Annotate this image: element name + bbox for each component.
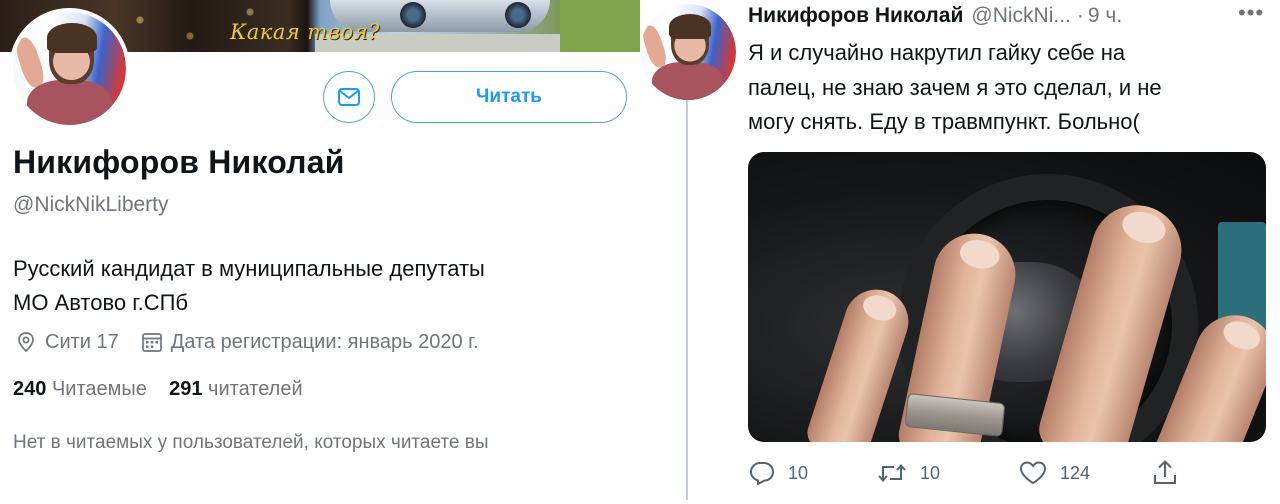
envelope-icon <box>338 88 360 106</box>
profile-name: Никифоров Николай <box>13 144 345 180</box>
photo-nail <box>957 236 1003 273</box>
tweet-text: Я и случайно накрутил гайку себе на пале… <box>748 36 1272 140</box>
following-count: 240 <box>13 378 47 400</box>
tweet-author-name[interactable]: Никифоров Николай <box>748 4 963 28</box>
profile-panel: Какая твоя? Читать Никифоров Николай @Ni… <box>0 0 685 504</box>
avatar-body <box>651 61 725 100</box>
follow-button[interactable]: Читать <box>391 71 627 123</box>
tweet-timestamp[interactable]: 9 ч. <box>1088 4 1122 28</box>
heart-icon <box>1020 461 1046 484</box>
like-button[interactable]: 124 <box>1018 456 1090 490</box>
retweet-button[interactable]: 10 <box>876 456 940 490</box>
tweet-text-line: Я и случайно накрутил гайку себе на <box>748 40 1126 65</box>
bio-line: МО Автово г.СПб <box>13 290 189 315</box>
tweet-author-avatar[interactable] <box>640 4 736 100</box>
profile-meta: Сити 17 Дата регистрации: январь 2020 г. <box>15 330 479 354</box>
followed-by-note: Нет в читаемых у пользователей, которых … <box>13 432 489 453</box>
avatar-hair <box>46 23 97 53</box>
following-label: Читаемые <box>51 378 147 400</box>
banner-grass <box>560 0 640 52</box>
profile-location: Сити 17 <box>45 330 119 353</box>
profile-handle: @NickNikLiberty <box>13 193 169 216</box>
tweet-header: Никифоров Николай @NickNi... · 9 ч. <box>748 4 1272 28</box>
photo-finger <box>803 281 917 442</box>
retweet-count: 10 <box>920 462 941 483</box>
banner-caption: Какая твоя? <box>230 20 380 44</box>
banner-car-wheel <box>400 2 426 28</box>
tweet-text-line: могу снять. Еду в травмпункт. Больно( <box>748 109 1140 134</box>
share-button[interactable] <box>1152 456 1190 490</box>
message-button[interactable] <box>323 71 375 123</box>
reply-icon <box>750 462 774 485</box>
reply-button[interactable]: 10 <box>748 456 808 490</box>
share-icon <box>1154 460 1176 484</box>
retweet-icon <box>878 463 906 483</box>
followers-count: 291 <box>169 378 203 400</box>
avatar-hair <box>668 13 712 39</box>
avatar-body <box>26 79 113 125</box>
calendar-icon <box>141 330 163 354</box>
tweet-photo[interactable] <box>748 152 1266 442</box>
tweet-text-line: палец, не знаю зачем я это сделал, и не <box>748 74 1162 100</box>
map-pin-icon <box>15 330 37 354</box>
tweet-author-handle[interactable]: @NickNi... <box>971 4 1070 28</box>
bio-line: Русский кандидат в муниципальные депутат… <box>13 256 485 281</box>
tweet-separator: · <box>1076 4 1084 27</box>
profile-counts: 240 Читаемые 291 читателей <box>13 378 303 401</box>
like-count: 124 <box>1060 462 1091 483</box>
more-options-icon[interactable]: ••• <box>1238 0 1264 26</box>
banner-car-wheel <box>505 2 531 28</box>
photo-nail <box>1118 207 1170 248</box>
reply-count: 10 <box>788 462 809 483</box>
profile-bio: Русский кандидат в муниципальные депутат… <box>13 252 653 320</box>
photo-nail <box>859 291 900 325</box>
thread-line <box>686 96 688 500</box>
profile-avatar[interactable] <box>9 8 130 129</box>
tweet-actions: 10 10 124 <box>748 456 1272 490</box>
profile-joined-date: Дата регистрации: январь 2020 г. <box>170 330 479 353</box>
following-link[interactable]: 240 Читаемые <box>13 378 147 400</box>
followers-link[interactable]: 291 читателей <box>169 378 303 400</box>
photo-nail <box>1219 316 1265 355</box>
followers-label: читателей <box>208 378 303 400</box>
